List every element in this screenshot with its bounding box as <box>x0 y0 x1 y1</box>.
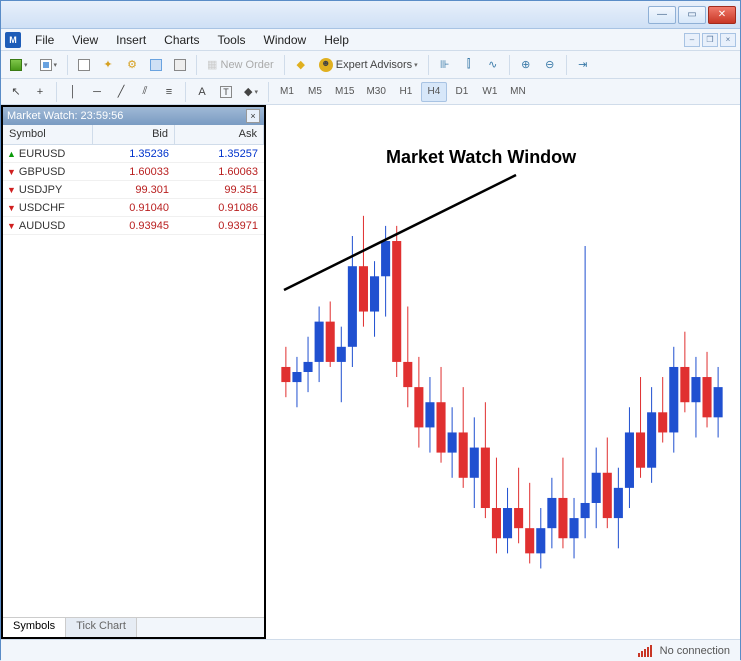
col-ask[interactable]: Ask <box>175 125 264 144</box>
tf-mn[interactable]: MN <box>505 82 531 102</box>
ask-cell: 1.60063 <box>175 166 264 178</box>
menu-help[interactable]: Help <box>316 31 357 49</box>
text-tool[interactable]: A <box>191 81 213 103</box>
window-controls: — ▭ ✕ <box>648 6 736 24</box>
menu-tools[interactable]: Tools <box>210 31 254 49</box>
connection-status: No connection <box>660 645 730 657</box>
bid-cell: 1.60033 <box>93 166 175 178</box>
mdi-restore-button[interactable]: ❐ <box>702 33 718 47</box>
market-watch-row[interactable]: ▲EURUSD1.352361.35257 <box>3 145 264 163</box>
symbol-cell: ▼USDJPY <box>3 184 93 196</box>
tab-tick-chart[interactable]: Tick Chart <box>66 618 137 637</box>
tf-m30[interactable]: M30 <box>361 82 390 102</box>
horizontal-line-tool[interactable]: ─ <box>86 81 108 103</box>
app-window: — ▭ ✕ M File View Insert Charts Tools Wi… <box>0 0 741 660</box>
market-watch-row[interactable]: ▼GBPUSD1.600331.60063 <box>3 163 264 181</box>
data-window-toggle[interactable]: ⚙ <box>121 54 143 76</box>
bid-cell: 99.301 <box>93 184 175 196</box>
zoom-in-button[interactable]: ⊕ <box>515 54 537 76</box>
market-watch-row[interactable]: ▼AUDUSD0.939450.93971 <box>3 217 264 235</box>
app-icon: M <box>5 32 21 48</box>
new-chart-button[interactable]: ▾ <box>5 54 33 76</box>
menubar: M File View Insert Charts Tools Window H… <box>1 29 740 51</box>
menu-charts[interactable]: Charts <box>156 31 207 49</box>
autotrading-button[interactable]: ◆ <box>290 54 312 76</box>
ask-cell: 1.35257 <box>175 148 264 160</box>
bid-cell: 0.93945 <box>93 220 175 232</box>
maximize-button[interactable]: ▭ <box>678 6 706 24</box>
channel-tool[interactable]: ⫽ <box>134 81 156 103</box>
symbol-cell: ▼AUDUSD <box>3 220 93 232</box>
trendline-tool[interactable]: ╱ <box>110 81 132 103</box>
ask-cell: 0.93971 <box>175 220 264 232</box>
market-watch-titlebar: Market Watch: 23:59:56 × <box>3 107 264 125</box>
tf-d1[interactable]: D1 <box>449 82 475 102</box>
crosshair-tool[interactable]: + <box>29 81 51 103</box>
col-bid[interactable]: Bid <box>93 125 175 144</box>
menu-file[interactable]: File <box>27 31 62 49</box>
col-symbol[interactable]: Symbol <box>3 125 93 144</box>
line-chart-button[interactable]: ∿ <box>482 54 504 76</box>
tab-symbols[interactable]: Symbols <box>3 618 66 637</box>
market-watch-toggle[interactable] <box>73 54 95 76</box>
bar-chart-button[interactable]: ⊪ <box>434 54 456 76</box>
expert-advisors-button[interactable]: ☻ Expert Advisors▾ <box>314 54 423 76</box>
fibonacci-tool[interactable]: ≡ <box>158 81 180 103</box>
ask-cell: 99.351 <box>175 184 264 196</box>
titlebar: — ▭ ✕ <box>1 1 740 29</box>
market-watch-row[interactable]: ▼USDCHF0.910400.91086 <box>3 199 264 217</box>
cursor-tool[interactable]: ↖ <box>5 81 27 103</box>
market-watch-tabs: Symbols Tick Chart <box>3 617 264 637</box>
menu-insert[interactable]: Insert <box>108 31 154 49</box>
text-label-tool[interactable]: T <box>215 81 237 103</box>
strategy-tester-toggle[interactable] <box>169 54 191 76</box>
candlestick-chart[interactable] <box>266 105 740 639</box>
tf-h1[interactable]: H1 <box>393 82 419 102</box>
ask-cell: 0.91086 <box>175 202 264 214</box>
zoom-out-button[interactable]: ⊖ <box>539 54 561 76</box>
arrows-tool[interactable]: ◆▾ <box>239 81 263 103</box>
market-watch-header: Symbol Bid Ask <box>3 125 264 145</box>
menu-view[interactable]: View <box>64 31 106 49</box>
market-watch-body[interactable]: ▲EURUSD1.352361.35257▼GBPUSD1.600331.600… <box>3 145 264 617</box>
mdi-minimize-button[interactable]: – <box>684 33 700 47</box>
terminal-toggle[interactable] <box>145 54 167 76</box>
minimize-button[interactable]: — <box>648 6 676 24</box>
tf-h4[interactable]: H4 <box>421 82 447 102</box>
autoscroll-button[interactable]: ⇥ <box>572 54 594 76</box>
main-toolbar: ▾ ▾ ✦ ⚙ ▦ New Order ◆ ☻ Expert Advisors▾… <box>1 51 740 79</box>
statusbar: No connection <box>1 639 740 661</box>
navigator-toggle[interactable]: ✦ <box>97 54 119 76</box>
market-watch-row[interactable]: ▼USDJPY99.30199.351 <box>3 181 264 199</box>
tf-w1[interactable]: W1 <box>477 82 503 102</box>
market-watch-close-button[interactable]: × <box>246 109 260 123</box>
tf-m1[interactable]: M1 <box>274 82 300 102</box>
symbol-cell: ▼GBPUSD <box>3 166 93 178</box>
symbol-cell: ▼USDCHF <box>3 202 93 214</box>
drawing-toolbar: ↖ + │ ─ ╱ ⫽ ≡ A T ◆▾ M1 M5 M15 M30 H1 H4… <box>1 79 740 105</box>
symbol-cell: ▲EURUSD <box>3 148 93 160</box>
close-button[interactable]: ✕ <box>708 6 736 24</box>
profiles-button[interactable]: ▾ <box>35 54 63 76</box>
tf-m15[interactable]: M15 <box>330 82 359 102</box>
menu-window[interactable]: Window <box>256 31 315 49</box>
candle-chart-button[interactable]: ⫿ <box>458 54 480 76</box>
connection-signal-icon <box>638 645 652 657</box>
annotation-label: Market Watch Window <box>386 147 576 168</box>
market-watch-panel: Market Watch: 23:59:56 × Symbol Bid Ask … <box>1 105 266 639</box>
new-order-button[interactable]: ▦ New Order <box>202 54 279 76</box>
chart-area[interactable]: Market Watch Window <box>266 105 740 639</box>
vertical-line-tool[interactable]: │ <box>62 81 84 103</box>
market-watch-title: Market Watch: 23:59:56 <box>7 110 123 122</box>
tf-m5[interactable]: M5 <box>302 82 328 102</box>
bid-cell: 0.91040 <box>93 202 175 214</box>
bid-cell: 1.35236 <box>93 148 175 160</box>
mdi-close-button[interactable]: × <box>720 33 736 47</box>
